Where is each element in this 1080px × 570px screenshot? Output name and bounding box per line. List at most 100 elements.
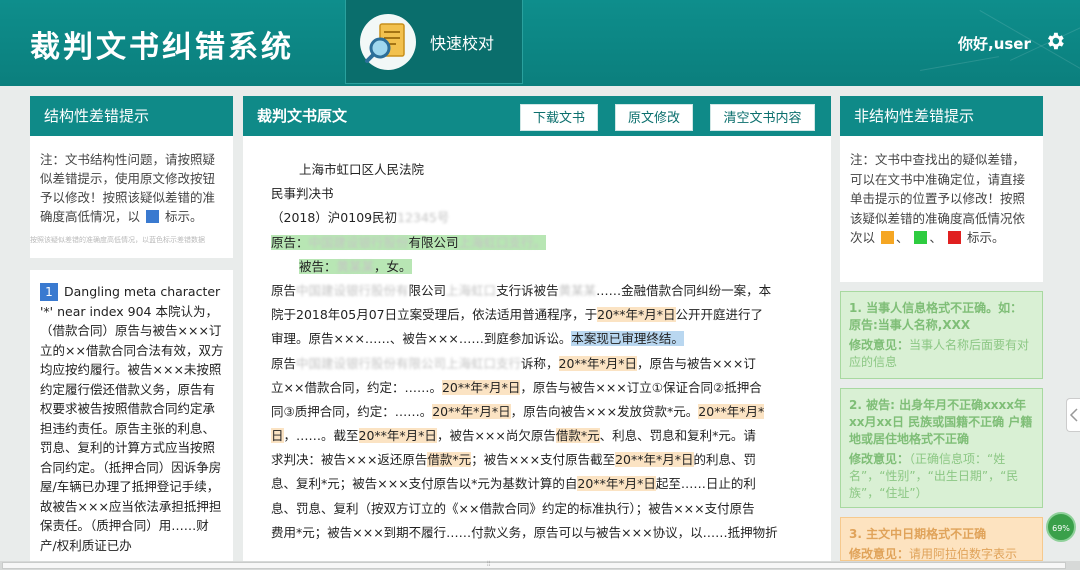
error-number-badge: 1	[40, 283, 58, 301]
redacted-text: 上海虹口支行。	[458, 234, 547, 250]
doc-line: 立××借款合同，约定：……。20**年*月*日，原告与被告×××订立①保证合同②…	[271, 376, 803, 400]
redacted-text: 黄某某	[558, 282, 597, 298]
doc-text: 、利息、罚息和复利*元。请	[599, 428, 756, 444]
redacted-text: 中国建设银行股份	[308, 234, 409, 250]
highlight-date[interactable]: 20**年*月*日	[597, 307, 676, 323]
doc-text: 立××借款合同，约定：……。	[271, 379, 442, 395]
tab-label: 快速校对	[430, 33, 495, 53]
structural-error-item[interactable]: 1 Dangling meta character '*' near index …	[30, 270, 233, 562]
highlight-amount[interactable]: 借款*元	[427, 452, 472, 468]
app-title: 裁判文书纠错系统	[30, 30, 294, 65]
doc-text: ，被告×××尚欠原告	[436, 428, 556, 444]
panel-title: 非结构性差错提示	[840, 96, 1043, 136]
error-card-title: 2. 被告: 出身年月不正确xxxx年xx月xx日 民族或国籍不正确 户籍地或居…	[849, 398, 1033, 446]
defendant-label: 被告：	[299, 258, 337, 274]
tab-quick-proofread[interactable]: 快速校对	[345, 0, 523, 84]
error-text: Dangling meta character '*' near index 9…	[40, 284, 224, 553]
doc-text: ；被告×××支付原告截至	[471, 452, 616, 468]
note-tail: 标示。	[164, 209, 203, 224]
scrollbar-thumb[interactable]	[2, 562, 1066, 569]
plaintiff-label: 原告：	[271, 234, 309, 250]
legend-blue-swatch	[146, 210, 159, 223]
doc-text: 限公司	[408, 282, 447, 298]
redacted-text: 12345号	[397, 210, 450, 226]
gear-icon[interactable]	[1044, 30, 1066, 52]
non-structural-note: 注：文书中查找出的疑似差错，可以在文书中准确定位，请直接单击提示的位置予以修改！…	[850, 152, 1026, 245]
doc-text: 支行诉被告	[496, 282, 559, 298]
note-tail: 标示。	[966, 230, 1005, 245]
download-button[interactable]: 下载文书	[520, 104, 598, 131]
plaintiff-suffix: 有限公司	[408, 234, 459, 250]
highlight-date[interactable]: 日	[271, 428, 284, 444]
doc-text: 息、复利*元；被告×××支付原告以*元为基数计算的自	[271, 476, 578, 492]
suggestion-label: 修改意见：	[849, 547, 910, 561]
error-card[interactable]: 3. 主文中日期格式不正确 修改意见：请用阿拉伯数字表示	[840, 517, 1043, 561]
doc-line: 费用*元；被告×××到期不履行……付款义务，原告可以与被告×××协议，以……抵押…	[271, 524, 778, 540]
doc-line: 求判决：被告×××返还原告借款*元；被告×××支付原告截至20**年*月*日的利…	[271, 448, 803, 472]
user-greeting: 你好,user	[958, 35, 1031, 53]
doc-text: 起至……日止的利	[655, 476, 756, 492]
doc-text: ，……。截至	[283, 428, 359, 444]
non-structural-errors-panel: 非结构性差错提示 注：文书中查找出的疑似差错，可以在文书中准确定位，请直接单击提…	[840, 96, 1043, 282]
doc-text: 公开开庭进行了	[675, 307, 764, 323]
tooltip-ghost: 按照该疑似差错的准确度高低情况，以蓝色标示差错数据	[30, 236, 205, 244]
panel-title: 结构性差错提示	[30, 96, 233, 136]
court-name: 上海市虹口区人民法院	[299, 162, 425, 177]
suggestion-text: 请用阿拉伯数字表示	[909, 547, 1018, 561]
doc-text: 同③质押合同，约定：……。	[271, 403, 433, 419]
highlight-defendant[interactable]: 被告：黄某某，女。	[299, 258, 412, 274]
error-card-suggestion: 修改意见：（正确信息项：“姓名”，“性别”，“出生日期”，“民族”，“住址”）	[849, 451, 1034, 502]
structural-note: 注：文书结构性问题，请按照疑似差错提示，使用原文修改按钮予以修改！按照该疑似差错…	[30, 136, 233, 226]
defendant-line: 被告：黄某某，女。	[271, 255, 803, 279]
edit-original-button[interactable]: 原文修改	[615, 104, 693, 131]
highlight-date[interactable]: 20**年*月*日	[615, 452, 694, 468]
highlight-date[interactable]: 20**年*月*	[698, 403, 765, 419]
progress-badge[interactable]: 69%	[1046, 512, 1076, 542]
highlight-amount[interactable]: 借款*元	[555, 428, 600, 444]
doc-line: 审理。原告×××……、被告×××……到庭参加诉讼。本案现已审理终结。	[271, 327, 803, 351]
horizontal-scrollbar[interactable]: ⦙⦙	[0, 561, 1080, 570]
highlight-plaintiff[interactable]: 原告：中国建设银行股份有限公司上海虹口支行。	[271, 234, 547, 250]
error-card-title: 1. 当事人信息格式不正确。如：原告:当事人名称,XXX	[849, 301, 1023, 332]
legend-orange-swatch	[881, 231, 894, 244]
error-text-block: 1 Dangling meta character '*' near index …	[30, 270, 233, 555]
highlight-date[interactable]: 20**年*月*日	[577, 476, 656, 492]
doc-text: 审理。原告×××……、被告×××……到庭参加诉讼。	[271, 331, 572, 347]
highlight-blue[interactable]: 本案现已审理终结。	[571, 331, 684, 347]
doc-text: ，原告向被告×××发放贷款*元。	[510, 403, 699, 419]
side-collapse-handle[interactable]	[1066, 398, 1080, 432]
doc-line: 原告中国建设银行股份有限公司上海虹口支行诉称，20**年*月*日，原告与被告××…	[271, 352, 803, 376]
document-magnifier-icon	[360, 13, 416, 70]
highlight-date[interactable]: 20**年*月*日	[441, 379, 521, 395]
highlight-date[interactable]: 20**年*月*日	[432, 403, 511, 419]
doc-line: 同③质押合同，约定：……。20**年*月*日，原告向被告×××发放贷款*元。20…	[271, 400, 803, 424]
document-body[interactable]: 上海市虹口区人民法院 民事判决书 （2018）沪0109民初12345号 原告：…	[271, 158, 803, 545]
scrollbar-grip-icon: ⦙⦙	[487, 560, 491, 568]
suggestion-label: 修改意见：	[849, 338, 910, 352]
legend-green-swatch	[914, 231, 928, 244]
structural-errors-panel: 结构性差错提示 注：文书结构性问题，请按照疑似差错提示，使用原文修改按钮予以修改…	[30, 96, 233, 258]
doc-line: 院于2018年05月07日立案受理后，依法适用普通程序，于20**年*月*日公开…	[271, 303, 803, 327]
doc-text: ，原告与被告×××订	[636, 355, 756, 371]
error-card-suggestion: 修改意见：当事人名称后面要有对应的信息	[849, 337, 1034, 371]
doc-text: 原告	[271, 355, 297, 371]
redacted-text: 中国建设银行股份有	[296, 282, 409, 298]
case-number: （2018）沪0109民初12345号	[271, 206, 803, 230]
doc-line: 息、罚息、复利（按双方订立的《××借款合同》约定的标准执行）；被告×××支付原告	[271, 500, 755, 516]
redacted-text: 上海虹口	[446, 282, 497, 298]
defendant-suffix: ，女。	[374, 258, 412, 274]
doc-line: 原告中国建设银行股份有限公司上海虹口支行诉被告黄某某……金融借款合同纠纷一案，本	[271, 279, 803, 303]
highlight-date[interactable]: 20**年*月*日	[358, 428, 437, 444]
suggestion-label: 修改意见：	[849, 452, 910, 466]
doc-line: 日，……。截至20**年*月*日，被告×××尚欠原告借款*元、利息、罚息和复利*…	[271, 424, 803, 448]
plaintiff-line: 原告：中国建设银行股份有限公司上海虹口支行。	[271, 231, 803, 255]
case-number-text: （2018）沪0109民初	[271, 210, 398, 226]
highlight-date[interactable]: 20**年*月*日	[558, 355, 637, 371]
header-decoration	[920, 56, 999, 71]
app-header: 裁判文书纠错系统 快速校对 你好,user	[0, 0, 1080, 86]
doc-line: 息、复利*元；被告×××支付原告以*元为基数计算的自20**年*月*日起至……日…	[271, 472, 803, 496]
error-card[interactable]: 1. 当事人信息格式不正确。如：原告:当事人名称,XXX 修改意见：当事人名称后…	[840, 291, 1043, 379]
clear-content-button[interactable]: 清空文书内容	[710, 104, 815, 131]
legend-red-swatch	[947, 231, 961, 244]
error-card[interactable]: 2. 被告: 出身年月不正确xxxx年xx月xx日 民族或国籍不正确 户籍地或居…	[840, 388, 1043, 508]
